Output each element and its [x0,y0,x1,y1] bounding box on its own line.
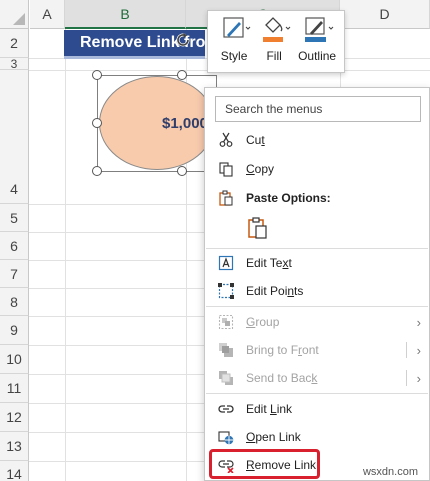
shape-style-icon [223,17,251,38]
menu-item-edit-link[interactable]: Edit Link [205,395,429,423]
column-header-d[interactable]: D [340,0,430,29]
row-3-label: 3 [10,56,18,71]
row-14-label: 14 [6,466,22,481]
row-header-9[interactable]: 9 [0,316,29,345]
menu-separator [206,393,428,394]
bring-to-front-icon [219,343,233,357]
scissors-icon [219,132,233,147]
menu-item-send-to-back[interactable]: Send to Back › [205,364,429,392]
outline-button[interactable]: Outline [294,15,340,72]
resize-handle-bottom-left[interactable] [92,166,102,176]
column-header-b[interactable]: B [65,0,186,29]
menu-item-bring-to-front-label: Bring to Front [246,343,319,357]
menu-item-edit-text-label: Edit Text [246,256,292,270]
watermark-text: wsxdn.com [362,466,418,478]
link-icon [218,405,234,413]
outline-color-swatch [305,37,327,42]
row-header-11[interactable]: 11 [0,374,29,403]
shape-text: $1,000 [162,114,208,132]
row-7-label: 7 [10,265,18,282]
row-13-label: 13 [6,438,22,454]
menu-item-edit-points-label: Edit Points [246,284,304,298]
edit-points-icon [218,283,234,299]
menu-item-open-link[interactable]: Open Link [205,423,429,451]
rotate-handle-icon[interactable] [174,31,192,49]
row-8-label: 8 [10,293,18,310]
menu-item-copy[interactable]: Copy [205,155,429,183]
oval-shape[interactable]: $1,000 [99,76,215,170]
context-menu: Search the menus Cut Copy Paste Options: [204,87,430,481]
resize-handle-top[interactable] [177,70,187,80]
title-underline [64,56,205,59]
column-b-label: B [120,5,130,22]
edit-text-icon [218,255,234,271]
menu-item-open-link-label: Open Link [246,430,301,444]
row-10-label: 10 [6,351,22,367]
menu-item-send-to-back-label: Send to Back [246,371,318,385]
menu-item-edit-link-label: Edit Link [246,402,293,416]
row-header-12[interactable]: 12 [0,403,29,432]
row-4-label: 4 [10,181,18,197]
menu-item-edit-points[interactable]: Edit Points [205,277,429,305]
row-9-label: 9 [10,322,18,338]
menu-item-group-label: Group [246,315,280,329]
menu-item-cut-label: Cut [246,133,265,147]
column-d-label: D [379,6,390,22]
menu-item-bring-to-front[interactable]: Bring to Front › [205,336,429,364]
group-icon [218,314,234,330]
split-divider [406,370,407,386]
row-header-10[interactable]: 10 [0,345,29,374]
menu-heading-paste-options: Paste Options: [205,184,429,212]
outline-label: Outline [298,49,337,63]
fill-button[interactable]: Fill [254,15,294,72]
row-11-label: 11 [6,380,22,396]
resize-handle-top-left[interactable] [92,70,102,80]
menu-item-copy-label: Copy [246,162,275,176]
row-header-2[interactable]: 2 [0,29,29,58]
row-header-14[interactable]: 14 [0,461,29,481]
menu-search-placeholder: Search the menus [225,102,323,116]
paste-options-label: Paste Options: [246,191,331,205]
style-button[interactable]: Style [214,15,254,72]
menu-item-cut[interactable]: Cut [205,126,429,154]
paste-icon [248,217,267,239]
row-header-7[interactable]: 7 [0,260,29,288]
resize-handle-bottom[interactable] [177,166,187,176]
row-12-label: 12 [6,409,22,425]
row-header-3[interactable]: 3 [0,56,29,71]
shape-outline-icon [305,17,334,42]
column-header-a[interactable]: A [30,0,65,29]
gridline [65,29,66,481]
remove-link-highlight-box [209,449,320,479]
submenu-arrow-icon[interactable]: › [417,343,421,358]
menu-item-edit-text[interactable]: Edit Text [205,249,429,277]
copy-icon [219,162,233,177]
paint-bucket-icon [263,17,291,42]
style-label: Style [220,49,248,63]
submenu-arrow-icon: › [416,315,421,330]
paste-option-keep-source[interactable] [205,214,429,244]
row-header-8[interactable]: 8 [0,288,29,316]
fill-color-swatch [263,37,284,42]
row-2-label: 2 [10,35,18,51]
row-header-4[interactable]: 4 [0,70,29,204]
row-5-label: 5 [10,209,18,226]
select-all-corner[interactable] [0,0,29,29]
row-header-5[interactable]: 5 [0,204,29,232]
send-to-back-icon [219,371,233,385]
clipboard-icon [219,190,233,206]
row-header-13[interactable]: 13 [0,432,29,461]
row-header-6[interactable]: 6 [0,232,29,260]
menu-separator [206,306,428,307]
menu-search-input[interactable]: Search the menus [215,96,421,122]
mini-toolbar: Style Fill Outline [207,10,345,73]
split-divider [406,342,407,358]
row-6-label: 6 [10,237,18,254]
column-a-label: A [42,6,52,22]
submenu-arrow-icon[interactable]: › [417,371,421,386]
fill-label: Fill [266,49,282,63]
resize-handle-left[interactable] [92,118,102,128]
open-link-globe-icon [218,431,234,445]
menu-item-group[interactable]: Group › [205,308,429,336]
